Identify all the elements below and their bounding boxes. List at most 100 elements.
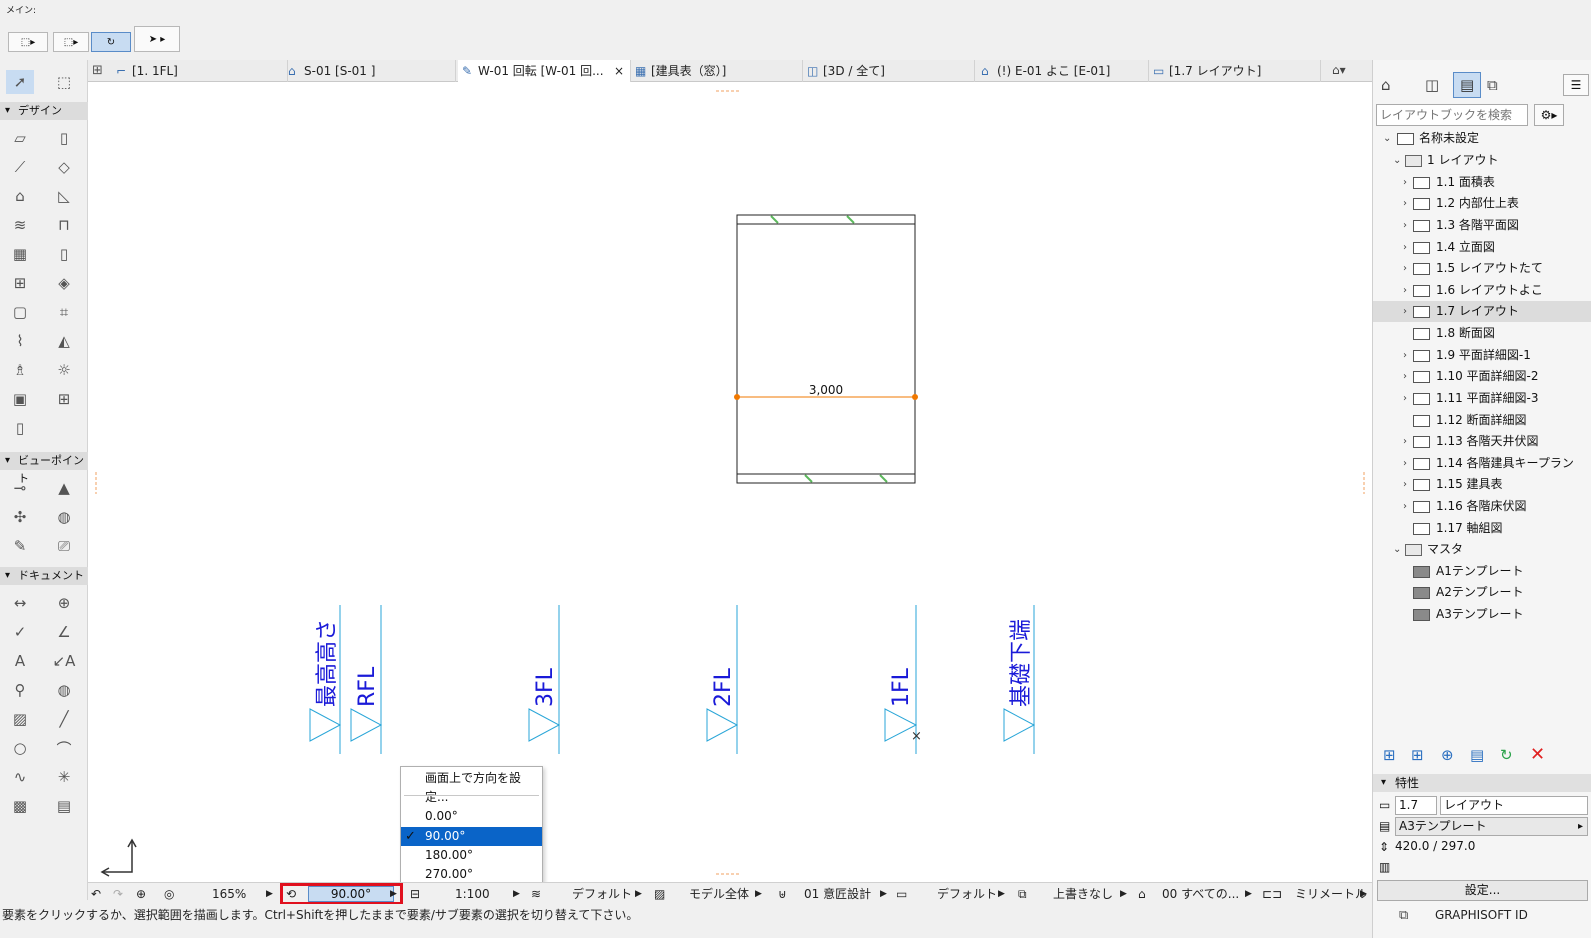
properties-header[interactable]: ▾ 特性: [1373, 774, 1591, 792]
arrow-tool[interactable]: ➚: [6, 70, 34, 94]
tab-layout[interactable]: ▭ [1.7 レイアウト]: [1149, 60, 1321, 82]
fill-tool[interactable]: ◍: [50, 678, 78, 702]
line-tool[interactable]: ╱: [50, 707, 78, 731]
settings-button[interactable]: ⚙▸: [1534, 104, 1564, 126]
project-map-icon[interactable]: ⌂: [1381, 76, 1391, 94]
column-tool[interactable]: ▯: [50, 126, 78, 150]
opening-tool[interactable]: ▯: [6, 416, 34, 440]
tree-item-selected[interactable]: › 1.7 レイアウト: [1373, 301, 1591, 322]
level-dimension-tool[interactable]: ✓: [6, 620, 34, 644]
detail-tool[interactable]: ✎: [6, 534, 34, 558]
corner-window-tool[interactable]: ⌗: [50, 300, 78, 324]
tree-item[interactable]: › 1.11 平面詳細図-3: [1373, 388, 1591, 409]
units-value[interactable]: ミリメートル: [1295, 883, 1367, 905]
layer-arrow-icon[interactable]: ▶: [880, 883, 887, 905]
angle-field[interactable]: 90.00°: [308, 886, 394, 902]
door-tool[interactable]: ▯: [50, 242, 78, 266]
mesh-tool[interactable]: ⌇: [6, 329, 34, 353]
picture-tool[interactable]: ▩: [6, 794, 34, 818]
drawing-tool[interactable]: ▤: [50, 794, 78, 818]
units-arrow-icon[interactable]: ▶: [1360, 883, 1367, 905]
view-map-icon[interactable]: ◫: [1425, 76, 1439, 94]
angle-dimension-tool[interactable]: ∠: [50, 620, 78, 644]
wall-tool[interactable]: ▱: [6, 126, 34, 150]
interior-elevation-tool[interactable]: ✣: [6, 505, 34, 529]
skylight-tool[interactable]: ◈: [50, 271, 78, 295]
tab-section[interactable]: ⌂ S-01 [S-01 ]: [284, 60, 456, 82]
curtain-wall-tool[interactable]: ▦: [6, 242, 34, 266]
search-input[interactable]: [1376, 104, 1528, 126]
tree-subset[interactable]: ⌄ 1 レイアウト: [1373, 150, 1591, 171]
railing-tool[interactable]: ⊓: [50, 213, 78, 237]
figure-tool[interactable]: ⚲: [6, 678, 34, 702]
panel-menu-button[interactable]: ☰: [1563, 74, 1589, 96]
hatch-tool[interactable]: ▨: [6, 707, 34, 731]
window-tool[interactable]: ⊞: [6, 271, 34, 295]
arc-tool[interactable]: ⌒: [50, 736, 78, 760]
spline-tool[interactable]: ∿: [6, 765, 34, 789]
angle-option-0[interactable]: 0.00°: [401, 807, 542, 826]
scale-value[interactable]: 1:100: [455, 883, 490, 905]
update-icon[interactable]: ↻: [1500, 746, 1513, 764]
radial-dimension-tool[interactable]: ⊕: [50, 591, 78, 615]
tree-item[interactable]: 1.8 断面図: [1373, 323, 1591, 344]
model-view-arrow-icon[interactable]: ▶: [755, 883, 762, 905]
new-master-icon[interactable]: ⊞: [1411, 746, 1424, 764]
dimension-tool[interactable]: ↔: [6, 591, 34, 615]
angle-arrow-icon[interactable]: ▶: [390, 883, 397, 905]
window-icon[interactable]: ⧉: [1399, 908, 1408, 923]
delete-icon[interactable]: ✕: [1530, 744, 1545, 765]
set-orientation-item[interactable]: 画面上で方向を設定...: [401, 769, 542, 804]
circle-tool[interactable]: ○: [6, 736, 34, 760]
tree-masters-folder[interactable]: ⌄ マスタ: [1373, 539, 1591, 560]
tree-item[interactable]: › 1.1 面積表: [1373, 172, 1591, 193]
zoom-icon[interactable]: ◎: [164, 883, 174, 905]
tab-worksheet[interactable]: ✎ W-01 回転 [W-01 回... ×: [458, 60, 631, 82]
beam-tool[interactable]: ⟋: [6, 155, 34, 179]
open-icon[interactable]: ▤: [1470, 746, 1484, 764]
renovation-value[interactable]: 00 すべての...: [1162, 883, 1239, 905]
tab-overview-icon[interactable]: ⊞: [92, 63, 103, 78]
marquee-tool-button[interactable]: ⬚▸: [8, 32, 48, 52]
angle-option-90[interactable]: ✓ 90.00°: [401, 827, 542, 846]
tree-root[interactable]: ⌄ 名称未設定: [1373, 128, 1591, 149]
pointer-button[interactable]: ➤ ▸: [134, 26, 180, 52]
tab-schedule[interactable]: ▦ [建具表（窓）]: [631, 60, 803, 82]
morph-tool[interactable]: ◭: [50, 329, 78, 353]
drawing-canvas[interactable]: 3,000 最高高さ RFL 3FL 2FL 1FL 基礎下端 ×: [88, 82, 1372, 882]
redo-icon[interactable]: ↷: [113, 883, 123, 905]
section-tool[interactable]: ⊸: [6, 476, 34, 500]
prop-master-select[interactable]: A3テンプレート ▸: [1395, 817, 1588, 836]
elevation-tool[interactable]: ▲: [50, 476, 78, 500]
tree-item[interactable]: 1.17 軸組図: [1373, 518, 1591, 539]
override-value[interactable]: 上書きなし: [1053, 883, 1113, 905]
angle-option-180[interactable]: 180.00°: [401, 846, 542, 865]
tree-master[interactable]: A2テンプレート: [1373, 582, 1591, 603]
scale-arrow-icon[interactable]: ▶: [513, 883, 520, 905]
tree-master[interactable]: A3テンプレート: [1373, 604, 1591, 625]
tab-3d[interactable]: ◫ [3D / 全て]: [803, 60, 975, 82]
marquee-rect-button[interactable]: ⬚▸: [53, 32, 89, 52]
tree-item[interactable]: › 1.6 レイアウトよこ: [1373, 280, 1591, 301]
tree-item[interactable]: › 1.14 各階建具キープラン: [1373, 453, 1591, 474]
object-tool[interactable]: ♗: [6, 358, 34, 382]
tree-item[interactable]: › 1.2 内部仕上表: [1373, 193, 1591, 214]
dim-standard-value[interactable]: デフォルト: [937, 883, 997, 905]
label-tool[interactable]: ↙A: [50, 649, 78, 673]
tree-item[interactable]: › 1.15 建具表: [1373, 474, 1591, 495]
undo-icon[interactable]: ↶: [91, 883, 101, 905]
tree-item[interactable]: › 1.3 各階平面図: [1373, 215, 1591, 236]
roof-tool[interactable]: ⌂: [6, 184, 34, 208]
renovation-arrow-icon[interactable]: ▶: [1245, 883, 1252, 905]
tree-master[interactable]: A1テンプレート: [1373, 561, 1591, 582]
lamp-tool[interactable]: ☼: [50, 358, 78, 382]
wall-end-tool[interactable]: ▢: [6, 300, 34, 324]
stair-tool[interactable]: ≋: [6, 213, 34, 237]
worksheet-tool[interactable]: ◍: [50, 505, 78, 529]
pen-set-arrow-icon[interactable]: ▶: [635, 883, 642, 905]
hotspot-tool[interactable]: ✳: [50, 765, 78, 789]
marquee-tool[interactable]: ⬚: [50, 70, 78, 94]
brand-label[interactable]: GRAPHISOFT ID: [1435, 908, 1528, 922]
prop-id-field[interactable]: 1.7: [1395, 796, 1437, 815]
tree-item[interactable]: › 1.9 平面詳細図-1: [1373, 345, 1591, 366]
